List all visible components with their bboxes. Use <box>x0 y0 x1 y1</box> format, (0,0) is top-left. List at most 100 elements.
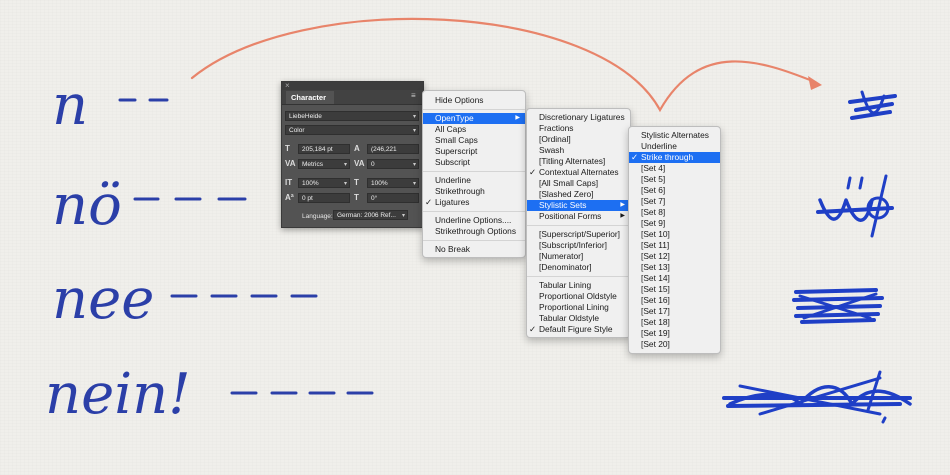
language-value: German: 2006 Ref... <box>337 212 396 219</box>
chevron-down-icon: ▾ <box>412 114 416 120</box>
horizontal-scale-field[interactable]: 100% ▾ <box>367 178 419 188</box>
panel-flyout-menu: Hide Options OpenType ▶ All Caps Small Ca… <box>422 90 526 258</box>
menu-item-slashed-zero[interactable]: [Slashed Zero] <box>527 189 630 200</box>
font-size-icon: T <box>285 144 290 153</box>
menu-item-stylistic-alternates[interactable]: Stylistic Alternates <box>629 130 720 141</box>
baseline-shift-icon: Aª <box>285 193 294 202</box>
menu-item-set-17[interactable]: [Set 17] <box>629 306 720 317</box>
menu-item-strikethrough-options[interactable]: Strikethrough Options <box>423 226 525 237</box>
menu-item-denominator[interactable]: [Denominator] <box>527 262 630 273</box>
menu-item-contextual-alternates[interactable]: ✓ Contextual Alternates <box>527 167 630 178</box>
menu-item-set-6[interactable]: [Set 6] <box>629 185 720 196</box>
menu-item-stylistic-sets[interactable]: Stylistic Sets ▶ <box>527 200 630 211</box>
menu-item-strikethrough[interactable]: Strikethrough <box>423 186 525 197</box>
menu-item-set-13[interactable]: [Set 13] <box>629 262 720 273</box>
submenu-arrow-icon: ▶ <box>620 202 625 208</box>
menu-item-set-12[interactable]: [Set 12] <box>629 251 720 262</box>
font-size-field[interactable]: 205,184 pt <box>298 144 350 154</box>
scribble-2 <box>816 174 894 238</box>
scribble-3 <box>792 288 884 324</box>
menu-item-ordinal[interactable]: [Ordinal] <box>527 134 630 145</box>
tab-character[interactable]: Character <box>286 91 335 104</box>
scribble-1 <box>848 90 897 120</box>
menu-item-tabular-lining[interactable]: Tabular Lining <box>527 280 630 291</box>
tracking-value: 0 <box>371 161 375 168</box>
menu-item-hide-options[interactable]: Hide Options <box>423 95 525 106</box>
font-size-value: 205,184 pt <box>302 146 333 153</box>
menu-item-set-10[interactable]: [Set 10] <box>629 229 720 240</box>
menu-item-proportional-oldstyle[interactable]: Proportional Oldstyle <box>527 291 630 302</box>
menu-item-set-14[interactable]: [Set 14] <box>629 273 720 284</box>
menu-item-ligatures[interactable]: ✓ Ligatures <box>423 197 525 208</box>
menu-item-set-18[interactable]: [Set 18] <box>629 317 720 328</box>
handwritten-word: nee <box>52 267 154 332</box>
check-icon: ✓ <box>425 197 433 207</box>
handwritten-word: n <box>52 73 88 138</box>
kerning-icon: VA <box>285 159 296 168</box>
font-family-field[interactable]: LiebeHeide ▾ <box>285 111 419 121</box>
menu-item-opentype[interactable]: OpenType ▶ <box>423 113 525 124</box>
menu-item-discretionary-ligatures[interactable]: Discretionary Ligatures <box>527 112 630 123</box>
menu-item-set-20[interactable]: [Set 20] <box>629 339 720 350</box>
scribble-4 <box>722 370 912 424</box>
menu-item-superscript[interactable]: Superscript <box>423 146 525 157</box>
menu-item-default-figure-style[interactable]: ✓ Default Figure Style <box>527 324 630 335</box>
menu-item-set-8[interactable]: [Set 8] <box>629 207 720 218</box>
menu-item-set-5[interactable]: [Set 5] <box>629 174 720 185</box>
chevron-down-icon: ▾ <box>401 213 405 219</box>
menu-item-set-9[interactable]: [Set 9] <box>629 218 720 229</box>
menu-item-titling-alternates[interactable]: [Titling Alternates] <box>527 156 630 167</box>
kerning-value: Metrics <box>302 161 323 168</box>
menu-item-strike-through-set[interactable]: ✓ Strike through <box>629 152 720 163</box>
font-style-field[interactable]: Color ▾ <box>285 125 419 135</box>
menu-item-superscript-superior[interactable]: [Superscript/Superior] <box>527 229 630 240</box>
menu-item-underline[interactable]: Underline <box>423 175 525 186</box>
menu-item-proportional-lining[interactable]: Proportional Lining <box>527 302 630 313</box>
handwritten-word: nein! <box>45 362 191 427</box>
chevron-down-icon: ▾ <box>412 128 416 134</box>
horizontal-scale-value: 100% <box>371 180 388 187</box>
submenu-arrow-icon: ▶ <box>620 213 625 219</box>
language-field[interactable]: German: 2006 Ref... ▾ <box>333 210 408 220</box>
panel-tab-bar: Character ≡ <box>282 90 423 105</box>
vertical-scale-icon: IT <box>285 178 293 187</box>
menu-item-positional-forms[interactable]: Positional Forms ▶ <box>527 211 630 222</box>
panel-menu-icon[interactable]: ≡ <box>411 92 419 100</box>
menu-item-no-break[interactable]: No Break <box>423 244 525 255</box>
kerning-field[interactable]: Metrics ▾ <box>298 159 350 169</box>
horizontal-scale-icon: T <box>354 178 359 187</box>
skew-field[interactable]: 0° <box>367 193 419 203</box>
tracking-field[interactable]: 0 ▾ <box>367 159 419 169</box>
menu-item-numerator[interactable]: [Numerator] <box>527 251 630 262</box>
menu-item-set-19[interactable]: [Set 19] <box>629 328 720 339</box>
menu-item-subscript-inferior[interactable]: [Subscript/Inferior] <box>527 240 630 251</box>
check-icon: ✓ <box>529 167 537 177</box>
leading-value: (246,221 <box>371 146 397 153</box>
menu-item-set-15[interactable]: [Set 15] <box>629 284 720 295</box>
language-label: Language: <box>302 213 333 220</box>
menu-item-set-7[interactable]: [Set 7] <box>629 196 720 207</box>
menu-item-all-small-caps[interactable]: [All Small Caps] <box>527 178 630 189</box>
opentype-submenu: Discretionary Ligatures Fractions [Ordin… <box>526 108 631 338</box>
menu-item-set-16[interactable]: [Set 16] <box>629 295 720 306</box>
menu-item-underline-options[interactable]: Underline Options.... <box>423 215 525 226</box>
font-style-value: Color <box>289 127 305 134</box>
baseline-shift-value: 0 pt <box>302 195 313 202</box>
menu-item-fractions[interactable]: Fractions <box>527 123 630 134</box>
stylistic-sets-submenu: Stylistic Alternates Underline ✓ Strike t… <box>628 126 721 354</box>
menu-item-all-caps[interactable]: All Caps <box>423 124 525 135</box>
close-icon[interactable]: × <box>285 81 290 90</box>
menu-item-set-11[interactable]: [Set 11] <box>629 240 720 251</box>
baseline-shift-field[interactable]: 0 pt <box>298 193 350 203</box>
menu-item-small-caps[interactable]: Small Caps <box>423 135 525 146</box>
menu-item-underline-set[interactable]: Underline <box>629 141 720 152</box>
menu-item-tabular-oldstyle[interactable]: Tabular Oldstyle <box>527 313 630 324</box>
chevron-down-icon: ▾ <box>412 181 416 187</box>
chevron-down-icon: ▾ <box>343 181 347 187</box>
menu-item-swash[interactable]: Swash <box>527 145 630 156</box>
menu-item-subscript[interactable]: Subscript <box>423 157 525 168</box>
vertical-scale-field[interactable]: 100% ▾ <box>298 178 350 188</box>
menu-item-set-4[interactable]: [Set 4] <box>629 163 720 174</box>
leading-field[interactable]: (246,221 <box>367 144 419 154</box>
skew-icon: T <box>354 193 359 202</box>
